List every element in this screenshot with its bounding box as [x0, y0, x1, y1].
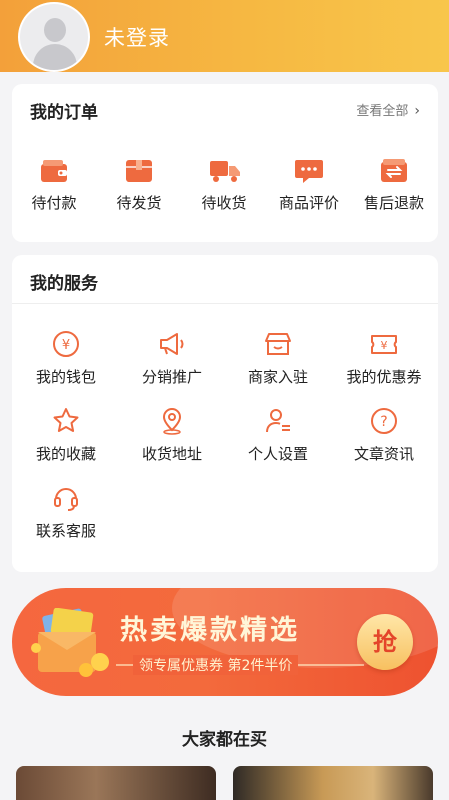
user-avatar-icon[interactable] [18, 2, 90, 72]
service-wallet[interactable]: ¥ 我的钱包 [16, 329, 116, 387]
headset-icon [51, 483, 81, 513]
chevron-right-icon: › [414, 103, 420, 119]
services-title: 我的服务 [30, 274, 98, 294]
banner-title: 热卖爆款精选 [120, 615, 300, 646]
login-status-text[interactable]: 未登录 [104, 22, 170, 52]
orders-title: 我的订单 [30, 103, 98, 123]
popular-products-title: 大家都在买 [182, 730, 267, 750]
coupon-icon: ¥ [369, 329, 399, 359]
service-coupons[interactable]: ¥ 我的优惠券 [334, 329, 434, 387]
svg-text:?: ? [380, 414, 387, 430]
order-item-label: 待付款 [31, 194, 77, 212]
my-services-card: 我的服务 ¥ 我的钱包 分销推广 商家入驻 ¥ 我的优惠券 我的收藏 收货地址 … [12, 255, 438, 572]
banner-subtitle: 领专属优惠券 第2件半价 [133, 655, 299, 675]
order-item-label: 售后退款 [363, 194, 424, 212]
service-customer-support[interactable]: 联系客服 [16, 483, 116, 541]
service-label: 分销推广 [141, 368, 202, 386]
order-refund[interactable]: 售后退款 [352, 158, 436, 213]
service-favorites[interactable]: 我的收藏 [16, 406, 116, 464]
service-promotion[interactable]: 分销推广 [122, 329, 222, 387]
divider [12, 303, 438, 304]
product-card-image[interactable] [16, 766, 216, 800]
service-label: 我的收藏 [35, 445, 96, 463]
order-pending-payment[interactable]: 待付款 [12, 158, 96, 213]
profile-header: 未登录 [0, 0, 449, 72]
svg-text:¥: ¥ [62, 338, 70, 353]
order-review[interactable]: 商品评价 [267, 158, 351, 213]
service-label: 我的钱包 [35, 368, 96, 386]
service-label: 文章资讯 [353, 445, 414, 463]
comment-icon [294, 158, 324, 184]
question-icon: ? [369, 406, 399, 436]
service-merchant-join[interactable]: 商家入驻 [228, 329, 328, 387]
service-label: 个人设置 [247, 445, 308, 463]
user-settings-icon [263, 406, 293, 436]
yen-coin-icon: ¥ [51, 329, 81, 359]
service-address[interactable]: 收货地址 [122, 406, 222, 464]
promo-banner[interactable]: 热卖爆款精选 领专属优惠券 第2件半价 抢 [12, 588, 438, 696]
order-item-label: 待收货 [201, 194, 247, 212]
order-pending-receipt[interactable]: 待收货 [182, 158, 266, 213]
svg-text:¥: ¥ [381, 339, 388, 352]
service-label: 联系客服 [35, 522, 96, 540]
service-label: 我的优惠券 [346, 368, 422, 386]
order-item-label: 待发货 [116, 194, 162, 212]
refund-icon [379, 158, 409, 184]
view-all-label: 查看全部 [356, 104, 409, 119]
product-card-image[interactable] [233, 766, 433, 800]
wallet-icon [39, 158, 69, 184]
order-pending-shipment[interactable]: 待发货 [97, 158, 181, 213]
my-orders-card: 我的订单 查看全部 › 待付款 待发货 待收货 商品评价 售后退款 [12, 84, 438, 242]
truck-icon [209, 158, 240, 184]
coupon-illustration [30, 607, 116, 680]
service-label: 收货地址 [141, 445, 202, 463]
service-label: 商家入驻 [247, 368, 308, 386]
location-pin-icon [157, 406, 187, 436]
service-settings[interactable]: 个人设置 [228, 406, 328, 464]
package-icon [124, 158, 154, 184]
grab-button[interactable]: 抢 [357, 614, 413, 670]
service-articles[interactable]: ? 文章资讯 [334, 406, 434, 464]
star-icon [51, 406, 81, 436]
view-all-orders-link[interactable]: 查看全部 › [356, 100, 420, 119]
order-item-label: 商品评价 [278, 194, 339, 212]
megaphone-icon [157, 329, 187, 359]
store-icon [263, 329, 293, 359]
